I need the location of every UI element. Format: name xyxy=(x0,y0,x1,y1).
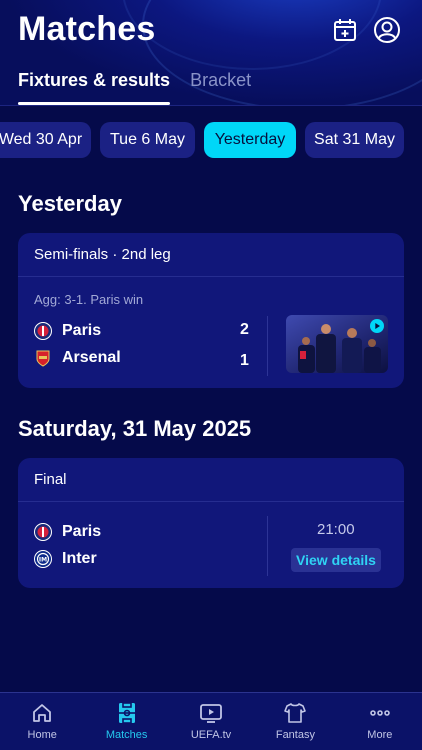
kickoff-time: 21:00 xyxy=(317,521,355,538)
away-team: IM Inter xyxy=(34,550,97,568)
divider xyxy=(267,316,268,376)
pitch-icon xyxy=(118,702,135,724)
date-chip[interactable]: Sat 31 May xyxy=(305,122,404,158)
nav-matches[interactable]: Matches xyxy=(84,693,168,750)
nav-label: Matches xyxy=(105,729,148,741)
team-name: Inter xyxy=(62,550,97,567)
calendar-add-icon[interactable] xyxy=(331,16,359,44)
play-icon xyxy=(370,319,384,333)
svg-text:IM: IM xyxy=(39,557,47,564)
nav-label: More xyxy=(367,729,393,741)
psg-crest-icon xyxy=(34,523,52,541)
match-card[interactable]: Final Paris IM Inter 21:00 View details xyxy=(18,458,404,588)
aggregate-result: Agg: 3-1. Paris win xyxy=(34,292,144,307)
nav-fantasy[interactable]: Fantasy xyxy=(253,693,337,750)
nav-label: Home xyxy=(27,729,57,741)
section-title: Yesterday xyxy=(18,191,122,216)
match-round: Final xyxy=(18,458,404,502)
match-card[interactable]: Semi-finals · 2nd leg Agg: 3-1. Paris wi… xyxy=(18,233,404,388)
view-details-button[interactable]: View details xyxy=(291,548,381,572)
team-name: Paris xyxy=(62,322,102,339)
away-score: 1 xyxy=(240,352,249,369)
home-score: 2 xyxy=(240,321,249,338)
nav-label: UEFA.tv xyxy=(190,729,232,741)
psg-crest-icon xyxy=(34,322,52,340)
date-chip[interactable]: Tue 6 May xyxy=(100,122,195,158)
bottom-navigation: Home Matches UEFA.tv Fantasy More xyxy=(0,692,422,750)
match-round: Semi-finals · 2nd leg xyxy=(18,233,404,277)
more-dots-icon xyxy=(370,710,390,716)
date-chip[interactable]: Wed 30 Apr xyxy=(0,122,91,158)
inter-crest-icon: IM xyxy=(34,550,52,568)
home-team: Paris xyxy=(34,523,101,541)
team-name: Arsenal xyxy=(62,349,121,366)
arsenal-crest-icon xyxy=(34,349,52,367)
nav-label: Fantasy xyxy=(275,729,315,741)
view-tabs: Fixtures & results Bracket xyxy=(18,70,251,105)
nav-home[interactable]: Home xyxy=(0,693,84,750)
tab-fixtures-results[interactable]: Fixtures & results xyxy=(18,70,171,105)
page-title: Matches xyxy=(18,10,156,48)
date-selector[interactable]: Wed 30 Apr Tue 6 May Yesterday Sat 31 Ma… xyxy=(0,122,422,160)
away-team: Arsenal xyxy=(34,349,121,367)
nav-more[interactable]: More xyxy=(338,693,422,750)
team-name: Paris xyxy=(62,523,102,540)
tab-bracket[interactable]: Bracket xyxy=(190,70,251,101)
home-icon xyxy=(33,704,52,722)
account-icon[interactable] xyxy=(373,16,401,44)
app-header: Matches Fixtures & results Bracket xyxy=(0,0,422,106)
section-title: Saturday, 31 May 2025 xyxy=(18,416,252,441)
nav-uefa-tv[interactable]: UEFA.tv xyxy=(169,693,253,750)
match-highlights-video-thumbnail[interactable] xyxy=(286,315,388,373)
jersey-icon xyxy=(284,703,307,723)
divider xyxy=(267,516,268,576)
tv-play-icon xyxy=(200,704,222,723)
home-team: Paris xyxy=(34,322,101,340)
date-chip-selected[interactable]: Yesterday xyxy=(204,122,296,158)
